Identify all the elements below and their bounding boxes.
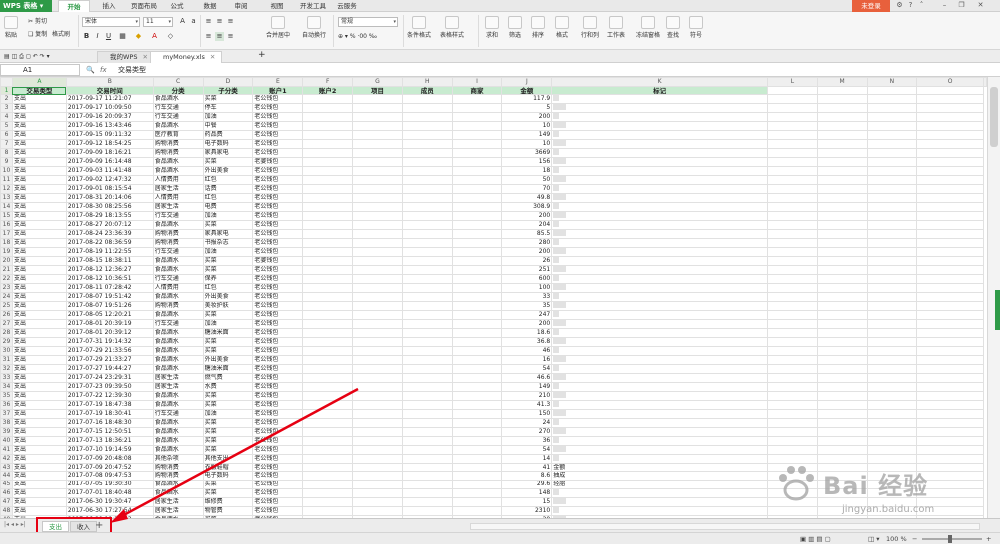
watermark-url: jingyan.baidu.com bbox=[842, 504, 935, 515]
watermark-logo-text: Bai 经验 bbox=[823, 472, 929, 500]
paw-logo bbox=[779, 466, 814, 501]
baidu-watermark: Bai 经验 jingyan.baidu.com bbox=[770, 460, 985, 522]
